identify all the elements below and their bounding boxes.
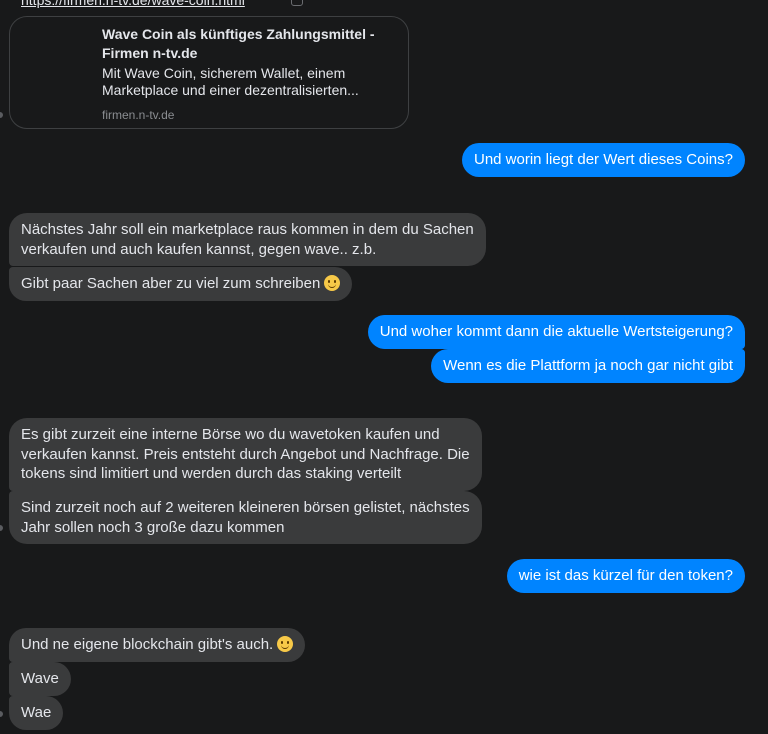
link-checkbox-icon[interactable] (291, 0, 303, 6)
link-preview-description: Mit Wave Coin, sicherem Wallet, einem Ma… (102, 65, 359, 98)
read-receipt-dot (0, 112, 3, 118)
message-bubble-outgoing[interactable]: Wenn es die Plattform ja noch gar nicht … (431, 349, 745, 383)
smiling-face-emoji-icon (324, 275, 341, 291)
message-text: Und worin liegt der Wert dieses Coins? (473, 151, 733, 168)
message-bubble-incoming[interactable]: Gibt paar Sachen aber zu viel zum schrei… (9, 267, 353, 301)
message-bubble-incoming[interactable]: Nächstes Jahr soll ein marketplace raus … (9, 213, 486, 266)
link-preview-card[interactable]: Wave Coin als künftiges Zahlungsmittel -… (9, 16, 409, 129)
message-bubble-outgoing[interactable]: wie ist das kürzel für den token? (506, 559, 745, 593)
message-text: Wave (21, 670, 59, 687)
smiling-face-emoji-icon (277, 636, 294, 652)
read-receipt-dot (0, 711, 3, 717)
message-text: Gibt paar Sachen aber zu viel zum schrei… (21, 275, 321, 292)
read-receipt-dot (0, 525, 3, 531)
message-text-line: Sind zurzeit noch auf 2 weiteren kleiner… (21, 499, 470, 516)
message-text: Wae (21, 704, 52, 721)
message-bubble-outgoing[interactable]: Und worin liegt der Wert dieses Coins? (461, 143, 745, 177)
link-preview-title: Wave Coin als künftiges Zahlungsmittel -… (102, 26, 375, 61)
shared-link-url[interactable]: https://firmen.n-tv.de/wave-coin.html (21, 0, 266, 8)
message-bubble-incoming[interactable]: Und ne eigene blockchain gibt's auch. (9, 628, 306, 662)
message-text-line: verkaufen und auch kaufen kannst, gegen … (21, 240, 377, 258)
link-preview-domain: firmen.n-tv.de (102, 108, 175, 122)
message-text-line: Jahr sollen noch 3 große dazu kommen (21, 518, 285, 536)
message-text-line: Es gibt zurzeit eine interne Börse wo du… (21, 426, 440, 443)
message-text-line: tokens sind limitiert und werden durch d… (21, 465, 402, 482)
message-bubble-incoming[interactable]: Es gibt zurzeit eine interne Börse wo du… (9, 418, 482, 491)
message-text-line: verkaufen kannst. Preis entsteht durch A… (21, 445, 470, 463)
message-text-line: Nächstes Jahr soll ein marketplace raus … (21, 221, 474, 238)
message-bubble-outgoing[interactable]: Und woher kommt dann die aktuelle Wertst… (367, 315, 745, 349)
message-text: Und ne eigene blockchain gibt's auch. (21, 636, 274, 653)
message-bubble-incoming[interactable]: Wave (9, 662, 71, 696)
message-bubble-incoming[interactable]: Wae (9, 696, 64, 730)
message-text: Und woher kommt dann die aktuelle Wertst… (379, 323, 733, 340)
message-text: wie ist das kürzel für den token? (518, 567, 733, 584)
message-bubble-incoming[interactable]: Sind zurzeit noch auf 2 weiteren kleiner… (9, 491, 482, 544)
message-text: Wenn es die Plattform ja noch gar nicht … (443, 357, 733, 374)
